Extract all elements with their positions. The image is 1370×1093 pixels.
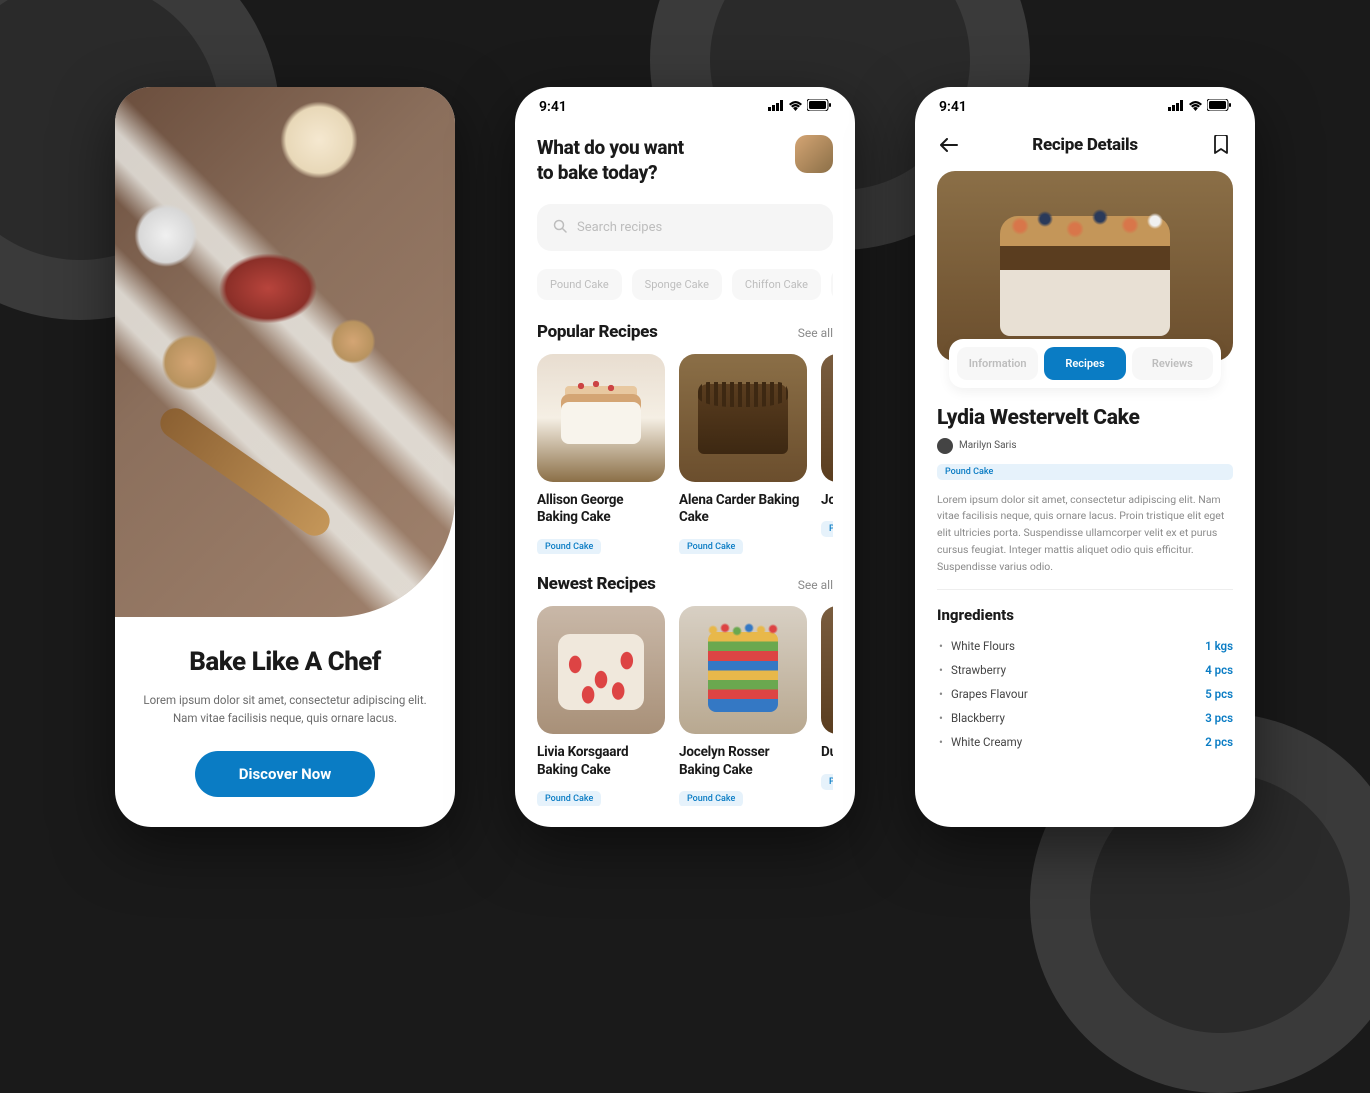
ingredients-list: White Flours1 kgs Strawberry4 pcs Grapes… (937, 634, 1233, 754)
newest-title: Newest Recipes (537, 574, 656, 594)
ingredient-item: White Flours1 kgs (937, 634, 1233, 658)
onboarding-screen: Bake Like A Chef Lorem ipsum dolor sit a… (115, 87, 455, 827)
ingredients-title: Ingredients (937, 606, 1233, 624)
status-time: 9:41 (939, 99, 967, 115)
detail-tag: Pound Cake (937, 464, 1233, 480)
recipe-image (821, 606, 833, 734)
chip-chiffon-cake[interactable]: Chiffon Cake (732, 269, 821, 300)
popular-see-all[interactable]: See all (798, 326, 833, 340)
battery-icon (1207, 99, 1231, 115)
detail-title: Lydia Westervelt Cake (937, 406, 1233, 430)
detail-hero-image (937, 171, 1233, 361)
ingredient-item: Grapes Flavour5 pcs (937, 682, 1233, 706)
recipe-title: Livia Korsgaard Baking Cake (537, 744, 665, 779)
status-bar: 9:41 (515, 87, 855, 119)
profile-avatar[interactable] (795, 135, 833, 173)
author-name: Marilyn Saris (959, 440, 1017, 451)
popular-list[interactable]: Allison George Baking Cake Pound Cake Al… (537, 354, 833, 554)
recipe-tag: Pound Cake (821, 774, 833, 790)
recipe-title: Jocelyn Rosser Baking Cake (679, 744, 807, 779)
signal-icon (768, 99, 784, 115)
recipe-tag: Pound Cake (821, 521, 833, 537)
ingredient-item: White Creamy2 pcs (937, 730, 1233, 754)
detail-screen: 9:41 Recipe Details Information Recipes … (915, 87, 1255, 827)
onboarding-desc: Lorem ipsum dolor sit amet, consectetur … (143, 691, 427, 728)
signal-icon (1168, 99, 1184, 115)
popular-title: Popular Recipes (537, 322, 658, 342)
newest-see-all[interactable]: See all (798, 578, 833, 592)
recipe-title: Dulc (821, 744, 833, 762)
recipe-image (821, 354, 833, 482)
author-avatar (937, 438, 953, 454)
detail-desc: Lorem ipsum dolor sit amet, consectetur … (937, 492, 1233, 576)
recipe-title: Allison George Baking Cake (537, 492, 665, 527)
tab-recipes[interactable]: Recipes (1044, 347, 1125, 380)
divider (937, 589, 1233, 590)
discover-button[interactable]: Discover Now (195, 751, 375, 797)
ingredient-item: Strawberry4 pcs (937, 658, 1233, 682)
search-placeholder: Search recipes (577, 220, 662, 235)
recipe-title: Jordy Bakin (821, 492, 833, 510)
status-bar: 9:41 (915, 87, 1255, 119)
recipe-tag: Pound Cake (679, 791, 743, 806)
status-time: 9:41 (539, 99, 567, 115)
status-icons (1168, 99, 1231, 115)
recipe-image (537, 354, 665, 482)
author-row[interactable]: Marilyn Saris (937, 438, 1233, 454)
recipe-card[interactable]: Allison George Baking Cake Pound Cake (537, 354, 665, 554)
hero-image (115, 87, 455, 617)
onboarding-title: Bake Like A Chef (143, 647, 427, 677)
chip-pound-cake[interactable]: Pound Cake (537, 269, 622, 300)
wifi-icon (788, 99, 803, 115)
back-button[interactable] (937, 133, 961, 157)
newest-list[interactable]: Livia Korsgaard Baking Cake Pound Cake J… (537, 606, 833, 806)
recipe-card[interactable]: Jocelyn Rosser Baking Cake Pound Cake (679, 606, 807, 806)
status-icons (768, 99, 831, 115)
tab-information[interactable]: Information (957, 347, 1038, 380)
recipe-image (537, 606, 665, 734)
search-icon (553, 218, 567, 237)
recipe-tag: Pound Cake (537, 791, 601, 806)
search-input[interactable]: Search recipes (537, 204, 833, 251)
tab-reviews[interactable]: Reviews (1132, 347, 1213, 380)
recipe-card[interactable]: Dulc Pound Cake (821, 606, 833, 806)
recipe-title: Alena Carder Baking Cake (679, 492, 807, 527)
page-title: Recipe Details (1032, 135, 1138, 155)
category-chips: Pound Cake Sponge Cake Chiffon Cake Bisc (537, 269, 833, 300)
wifi-icon (1188, 99, 1203, 115)
ingredient-item: Blackberry3 pcs (937, 706, 1233, 730)
battery-icon (807, 99, 831, 115)
chip-sponge-cake[interactable]: Sponge Cake (632, 269, 722, 300)
home-screen: 9:41 What do you wantto bake today? Sear… (515, 87, 855, 827)
recipe-image (679, 354, 807, 482)
bookmark-button[interactable] (1209, 133, 1233, 157)
detail-tabs: Information Recipes Reviews (949, 339, 1221, 388)
chip-biscuit[interactable]: Bisc (831, 269, 833, 300)
recipe-tag: Pound Cake (537, 539, 601, 554)
recipe-image (679, 606, 807, 734)
recipe-card[interactable]: Livia Korsgaard Baking Cake Pound Cake (537, 606, 665, 806)
recipe-tag: Pound Cake (679, 539, 743, 554)
recipe-card[interactable]: Jordy Bakin Pound Cake (821, 354, 833, 554)
recipe-card[interactable]: Alena Carder Baking Cake Pound Cake (679, 354, 807, 554)
home-heading: What do you wantto bake today? (537, 135, 684, 186)
